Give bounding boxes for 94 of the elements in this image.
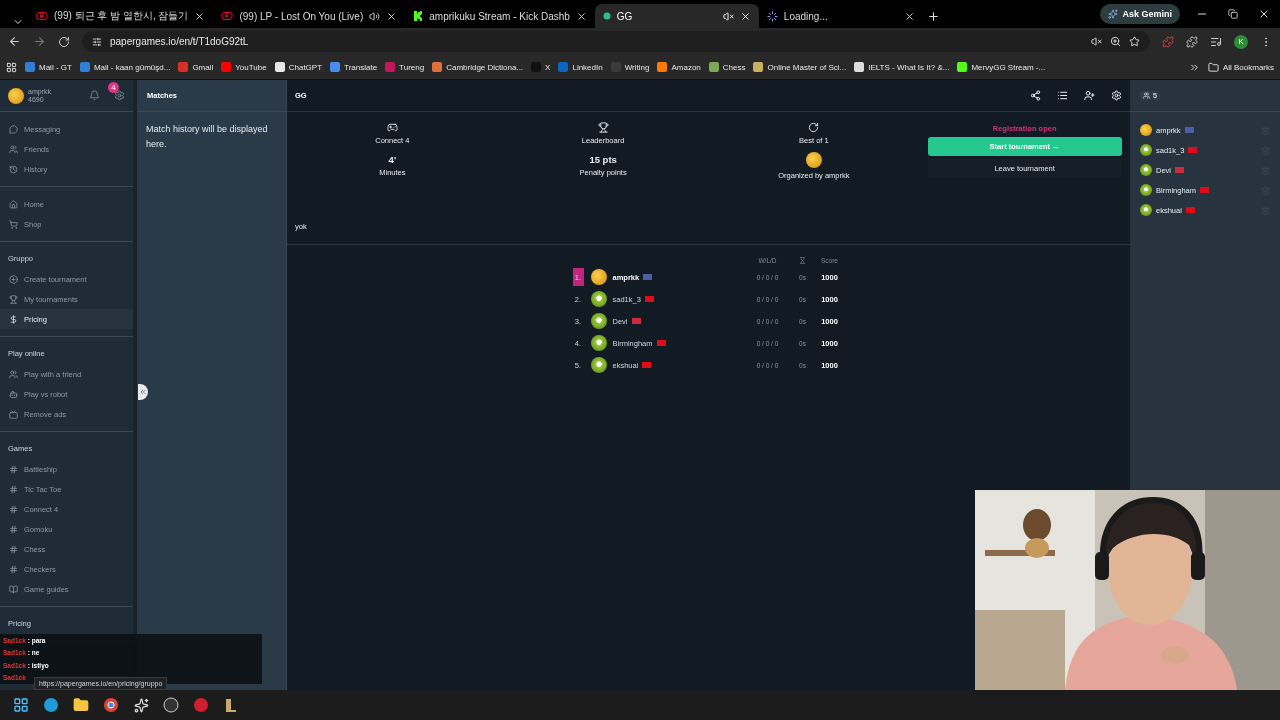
site-settings-icon[interactable]: [92, 36, 102, 47]
bookmark[interactable]: Writing: [610, 62, 650, 72]
chevrons-left-icon: [139, 388, 147, 396]
ask-gemini-button[interactable]: Ask Gemini: [1100, 4, 1180, 24]
bookmark[interactable]: X: [531, 62, 551, 72]
tab-title: amprikuku Stream - Kick Dashb: [429, 10, 570, 22]
all-bookmarks[interactable]: All Bookmarks: [1207, 61, 1274, 73]
close-icon[interactable]: [386, 10, 398, 22]
media-icon[interactable]: [1210, 35, 1222, 48]
extension-icon[interactable]: [1162, 35, 1174, 48]
puzzle-icon[interactable]: [1186, 35, 1198, 48]
browser-tab[interactable]: amprikuku Stream - Kick Dashb: [405, 4, 595, 28]
users-icon: [9, 144, 18, 154]
bookmark[interactable]: Cambridge Dictiona...: [432, 62, 524, 72]
windows-start-icon[interactable]: [12, 696, 30, 714]
browser-tab[interactable]: Loading...: [758, 4, 923, 28]
sparkle-icon: [1108, 9, 1119, 19]
collapse-button[interactable]: [138, 384, 148, 400]
users-icon: [9, 369, 18, 379]
speaker-icon[interactable]: [369, 10, 381, 22]
bookmark[interactable]: Tureng: [385, 62, 425, 72]
zoom-icon[interactable]: [1110, 36, 1121, 47]
bookmark[interactable]: Chess: [708, 62, 746, 72]
screen-icon: [9, 409, 18, 419]
apps-icon[interactable]: [6, 61, 17, 73]
youtube-icon: [36, 10, 48, 22]
restore-icon[interactable]: [1228, 8, 1238, 20]
robot-icon: [9, 389, 18, 399]
info-value: 15 pts: [589, 154, 617, 165]
close-icon[interactable]: [1258, 8, 1270, 20]
organizer-avatar-icon: [805, 152, 822, 168]
browser-tab[interactable]: GG: [594, 4, 759, 28]
tab-title: (99) LP - Lost On You (Live): [239, 10, 364, 22]
list-icon[interactable]: [1057, 90, 1068, 101]
avatar-icon: [8, 87, 24, 104]
bookmark[interactable]: Amazon: [657, 62, 701, 72]
repeat-icon: [808, 122, 820, 133]
star-icon[interactable]: [1129, 36, 1140, 47]
youtube-icon: [221, 10, 234, 22]
bookmark[interactable]: Mail - GT: [25, 62, 72, 72]
tab-title: (99) 퇴근 후 밤 열한시, 잠들기: [54, 9, 189, 23]
bookmark[interactable]: ChatGPT: [274, 62, 323, 72]
gamepad-icon: [386, 122, 398, 133]
history-icon: [9, 164, 18, 174]
bookmark[interactable]: LinkedIn: [558, 62, 603, 72]
hash-icon: [9, 544, 18, 554]
tab-title: Loading...: [783, 10, 829, 22]
bookmark[interactable]: Online Master of Sci...: [753, 62, 847, 72]
cart-icon: [9, 219, 18, 229]
reload-icon[interactable]: [58, 35, 70, 48]
loading-icon: [766, 10, 778, 22]
chat-icon: [9, 124, 18, 134]
share-icon[interactable]: [1030, 90, 1041, 101]
bookmark[interactable]: Translate: [330, 62, 378, 72]
trophy-icon: [597, 122, 609, 133]
hourglass-icon: [799, 257, 806, 264]
info-value: 4': [388, 154, 397, 165]
book-icon: [9, 584, 18, 594]
add-user-icon[interactable]: [1084, 90, 1095, 101]
address-bar[interactable]: papergames.io/en/t/T1doG92tL: [82, 31, 1150, 52]
folder-icon: [1207, 61, 1219, 73]
url-text: papergames.io/en/t/T1doG92tL: [110, 36, 250, 47]
forward-icon[interactable]: [33, 35, 46, 48]
bookmark[interactable]: MervyGG Stream -...: [957, 62, 1046, 72]
mute-icon[interactable]: [722, 10, 734, 22]
status-dot-icon: [602, 12, 611, 20]
close-icon[interactable]: [194, 10, 206, 22]
bookmark[interactable]: Mail - kaan gümüşd...: [79, 62, 171, 72]
notification-badge: 4: [108, 82, 119, 93]
browser-tab[interactable]: (99) LP - Lost On You (Live): [213, 4, 406, 28]
folder-icon[interactable]: [72, 696, 90, 714]
mute-icon[interactable]: [1091, 36, 1102, 47]
plus-circle-icon: [9, 274, 18, 284]
close-icon[interactable]: [575, 10, 587, 22]
trophy-icon: [9, 294, 18, 304]
tab-title: GG: [616, 10, 634, 22]
hash-icon: [9, 484, 18, 494]
bell-icon[interactable]: [89, 90, 100, 101]
users-icon: [1143, 92, 1150, 99]
back-icon[interactable]: [8, 35, 21, 48]
bookmark[interactable]: Gmail: [178, 62, 214, 72]
bookmark[interactable]: YouTube: [221, 62, 267, 72]
hash-icon: [9, 504, 18, 514]
close-icon[interactable]: [739, 10, 751, 22]
close-icon[interactable]: [903, 10, 915, 22]
hash-icon: [9, 464, 18, 474]
home-icon: [9, 199, 18, 209]
hash-icon: [9, 524, 18, 534]
kick-logo-icon: [413, 11, 424, 21]
empty-message: Match history will be displayed here.: [145, 123, 269, 151]
hash-icon: [9, 564, 18, 574]
dollar-icon: [9, 314, 18, 324]
browser-tab[interactable]: (99) 퇴근 후 밤 열한시, 잠들기: [28, 4, 214, 28]
bookmark[interactable]: IELTS - What Is It? &...: [854, 62, 950, 72]
